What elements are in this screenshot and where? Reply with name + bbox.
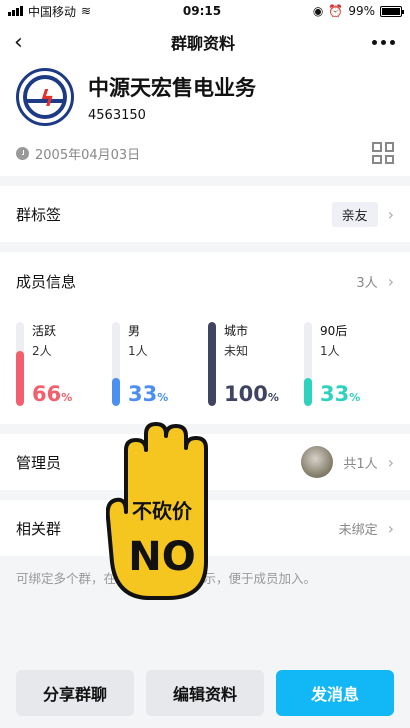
- stat-bar: [112, 322, 120, 406]
- stat-key: 城市: [224, 324, 249, 338]
- stat-bar-fill: [112, 378, 120, 406]
- stat-bar: [208, 322, 216, 406]
- sticker-text-no: NO: [128, 534, 195, 580]
- stat-key: 活跃: [32, 324, 57, 338]
- members-label: 成员信息: [16, 272, 77, 291]
- members-section[interactable]: 成员信息 3人 › 活跃 2人 66% 男 1人 33% 城市未知 100%: [0, 252, 410, 424]
- send-message-button[interactable]: 发消息: [276, 670, 394, 716]
- stat-bar-fill: [16, 350, 24, 406]
- stat-key: 90后: [320, 324, 348, 338]
- qr-code-icon[interactable]: [372, 142, 394, 164]
- stat-bar: [304, 322, 312, 406]
- created-date: 2005年04月03日: [35, 147, 141, 163]
- admin-label: 管理员: [16, 453, 62, 472]
- share-group-button[interactable]: 分享群聊: [16, 670, 134, 716]
- stat-percent: 100%: [224, 382, 279, 406]
- lightning-icon: ϟ: [40, 87, 55, 112]
- carrier-label: 中国移动: [28, 4, 77, 19]
- chevron-right-icon: ›: [387, 518, 394, 538]
- stat-value: 2人: [32, 344, 52, 358]
- signal-icon: [8, 6, 23, 16]
- stat-value: 1人: [128, 344, 148, 358]
- status-bar: 中国移动 ≋ 09:15 ◉ ⏰ 99%: [0, 0, 410, 22]
- members-count: 3人: [356, 275, 378, 291]
- stat-bar-fill: [304, 378, 312, 406]
- page-title: 群聊资料: [170, 34, 235, 53]
- no-bargain-sticker: 不砍价 NO: [106, 422, 208, 600]
- stat-age: 90后 1人 33%: [304, 322, 394, 406]
- tag-badge: 亲友: [331, 201, 378, 227]
- stat-active: 活跃 2人 66%: [16, 322, 106, 406]
- stat-percent: 66%: [32, 382, 73, 406]
- stat-value: 1人: [320, 344, 340, 358]
- stat-percent: 33%: [320, 382, 361, 406]
- wifi-icon: ≋: [81, 4, 92, 18]
- sticker-text-top: 不砍价: [132, 499, 193, 523]
- chevron-right-icon: ›: [387, 452, 394, 472]
- tags-section[interactable]: 群标签 亲友 ›: [0, 186, 410, 242]
- status-time: 09:15: [182, 4, 222, 18]
- group-header: ϟ 中源天宏售电业务 4563150 2005年04月03日: [0, 62, 410, 176]
- alarm-icon: ⏰: [328, 4, 344, 18]
- related-status: 未绑定: [338, 522, 378, 538]
- clock-icon: [16, 146, 29, 160]
- stat-bar-fill: [208, 322, 216, 406]
- avatar: [301, 446, 334, 478]
- stat-bar: [16, 322, 24, 406]
- more-icon[interactable]: [371, 39, 396, 45]
- stat-city: 城市未知 100%: [208, 322, 298, 406]
- chevron-right-icon: ›: [387, 204, 394, 224]
- stat-male: 男 1人 33%: [112, 322, 202, 406]
- back-icon[interactable]: ‹: [14, 30, 34, 55]
- chevron-right-icon: ›: [387, 271, 394, 291]
- stat-percent: 33%: [128, 382, 169, 406]
- group-id: 4563150: [88, 107, 146, 123]
- bottom-bar: 分享群聊 编辑资料 发消息: [0, 658, 410, 728]
- stat-value: 未知: [224, 344, 249, 358]
- edit-profile-button[interactable]: 编辑资料: [146, 670, 264, 716]
- admin-count: 共1人: [343, 456, 378, 472]
- nav-bar: ‹ 群聊资料: [0, 22, 410, 62]
- group-avatar[interactable]: ϟ: [16, 68, 74, 126]
- rotation-lock-icon: ◉: [312, 4, 324, 18]
- group-name: 中源天宏售电业务: [88, 75, 256, 100]
- battery-percent: 99%: [348, 4, 375, 18]
- battery-icon: [379, 5, 404, 17]
- tags-label: 群标签: [16, 205, 62, 224]
- member-stats: 活跃 2人 66% 男 1人 33% 城市未知 100% 90后 1人 33%: [0, 310, 410, 424]
- stat-key: 男: [128, 324, 141, 338]
- related-label: 相关群: [16, 519, 62, 538]
